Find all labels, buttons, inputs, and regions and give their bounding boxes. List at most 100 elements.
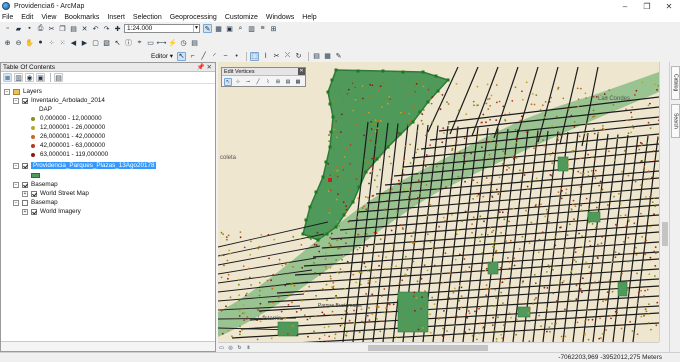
- visibility-checkbox[interactable]: [31, 208, 37, 215]
- delete-vertex-icon[interactable]: ⊸: [244, 78, 252, 86]
- menu-customize[interactable]: Customize: [225, 14, 258, 21]
- back-extent-icon[interactable]: ◀: [69, 38, 78, 47]
- search-icon[interactable]: ⌕: [236, 24, 245, 33]
- trace-icon[interactable]: ~: [221, 52, 230, 61]
- continue-feature-icon[interactable]: ╱: [254, 78, 262, 86]
- measure-icon[interactable]: ⟷: [156, 38, 166, 47]
- time-slider-icon[interactable]: ◷: [179, 38, 188, 47]
- collapse-icon[interactable]: −: [4, 88, 10, 95]
- model-builder-icon[interactable]: ⊞: [269, 24, 278, 33]
- sublayer-world-street-map[interactable]: + World Street Map: [22, 189, 89, 198]
- save-icon[interactable]: ▪: [25, 24, 34, 33]
- scroll-thumb[interactable]: [368, 345, 488, 351]
- search-tab[interactable]: Search: [671, 104, 680, 138]
- print-icon[interactable]: ⎙: [36, 24, 45, 33]
- table-of-contents-icon[interactable]: ▦: [214, 24, 223, 33]
- new-document-icon[interactable]: ▫: [3, 24, 12, 33]
- catalog-tab[interactable]: Catalog: [671, 66, 680, 100]
- menu-help[interactable]: Help: [302, 14, 316, 21]
- list-by-visibility-icon[interactable]: ◉: [25, 73, 34, 82]
- editor-toolbar-icon[interactable]: ✎: [203, 24, 212, 33]
- menu-edit[interactable]: Edit: [21, 14, 33, 21]
- editor-menu[interactable]: Editor ▾: [151, 52, 173, 60]
- clear-selection-icon[interactable]: ▧: [102, 38, 111, 47]
- layer-basemap-street[interactable]: − Basemap: [13, 180, 58, 189]
- expand-icon[interactable]: +: [22, 208, 28, 215]
- visibility-checkbox[interactable]: [22, 181, 28, 188]
- map-scale-dropdown[interactable]: 1:24.000 ▼: [124, 24, 200, 33]
- options-icon[interactable]: ▤: [54, 73, 63, 82]
- layers-root[interactable]: − Layers: [4, 87, 42, 96]
- sublayer-world-imagery[interactable]: + World Imagery: [22, 207, 81, 216]
- data-view-icon[interactable]: ◎: [227, 344, 234, 351]
- paste-icon[interactable]: ▤: [69, 24, 78, 33]
- menu-insert[interactable]: Insert: [107, 14, 125, 21]
- scroll-thumb[interactable]: [662, 222, 668, 246]
- map-view[interactable]: Las Condes coleta Lastarria Parque Busta…: [218, 62, 659, 342]
- visibility-checkbox[interactable]: [22, 97, 28, 104]
- modify-sketch-icon[interactable]: ↖: [224, 77, 232, 86]
- select-features-icon[interactable]: ▢: [91, 38, 100, 47]
- python-icon[interactable]: ≡: [258, 24, 267, 33]
- map-horizontal-scrollbar[interactable]: ▭ ◎ ↻ Ⅱ: [218, 342, 659, 352]
- open-folder-icon[interactable]: ▰: [14, 24, 23, 33]
- refresh-icon[interactable]: ↻: [236, 344, 243, 351]
- delete-icon[interactable]: ✕: [80, 24, 89, 33]
- select-elements-icon[interactable]: ↖: [113, 38, 122, 47]
- menu-geoprocessing[interactable]: Geoprocessing: [170, 14, 217, 21]
- zoom-in-icon[interactable]: ⊕: [3, 38, 12, 47]
- close-button[interactable]: ✕: [658, 0, 680, 12]
- pause-drawing-icon[interactable]: Ⅱ: [245, 344, 252, 351]
- cut-icon[interactable]: ✂: [47, 24, 56, 33]
- add-data-icon[interactable]: ✚: [113, 24, 122, 33]
- pin-icon[interactable]: 📌 ✕: [197, 63, 212, 71]
- straight-segment-icon[interactable]: ╱: [199, 52, 208, 61]
- undo-icon[interactable]: ↶: [91, 24, 100, 33]
- add-vertex-icon[interactable]: ⊹: [234, 78, 242, 86]
- legend-class[interactable]: 26,000001 - 42,000000: [31, 132, 105, 141]
- visibility-checkbox[interactable]: [31, 190, 37, 197]
- expand-icon[interactable]: +: [22, 190, 28, 197]
- menu-selection[interactable]: Selection: [133, 14, 162, 21]
- legend-class[interactable]: 0,000000 - 12,000000: [31, 114, 102, 123]
- map-canvas[interactable]: Las Condes coleta Lastarria Parque Busta…: [218, 62, 659, 342]
- layer-parques[interactable]: − Providencia_Parques_Plazas_13Ago20178: [13, 161, 157, 170]
- hyperlink-icon[interactable]: ⚡: [168, 38, 177, 47]
- collapse-icon[interactable]: −: [13, 97, 19, 104]
- cut-polygons-icon[interactable]: ✂: [272, 52, 281, 61]
- menu-bookmarks[interactable]: Bookmarks: [64, 14, 99, 21]
- layout-view-icon[interactable]: ▭: [218, 344, 225, 351]
- pan-icon[interactable]: ✋: [25, 38, 34, 47]
- collapse-icon[interactable]: −: [13, 162, 19, 169]
- zoom-out-icon[interactable]: ⊖: [14, 38, 23, 47]
- list-by-selection-icon[interactable]: ▣: [36, 73, 45, 82]
- map-vertical-scrollbar[interactable]: [659, 62, 669, 342]
- edit-vertices-icon[interactable]: ⬚: [250, 51, 260, 61]
- rotate-icon[interactable]: ↻: [294, 52, 303, 61]
- identify-icon[interactable]: ⓘ: [124, 38, 133, 47]
- layer-label-selected[interactable]: Providencia_Parques_Plazas_13Ago20178: [31, 162, 157, 169]
- arc-segment-icon[interactable]: ◜: [210, 52, 219, 61]
- edit-vertices-titlebar[interactable]: Edit Vertices ✕: [222, 68, 305, 76]
- collapse-icon[interactable]: −: [13, 199, 19, 206]
- collapse-icon[interactable]: −: [13, 181, 19, 188]
- reshape-icon[interactable]: ⌇: [261, 52, 270, 61]
- legend-class[interactable]: 12,000001 - 26,000000: [31, 123, 105, 132]
- menu-windows[interactable]: Windows: [266, 14, 294, 21]
- attributes-icon[interactable]: ▤: [312, 52, 321, 61]
- redo-icon[interactable]: ↷: [102, 24, 111, 33]
- create-viewer-window-icon[interactable]: ▤: [190, 38, 199, 47]
- html-popup-icon[interactable]: ▭: [146, 38, 155, 47]
- minimize-button[interactable]: –: [614, 0, 636, 12]
- layer-inventario[interactable]: − Inventario_Arbolado_2014: [13, 96, 105, 105]
- forward-extent-icon[interactable]: ▶: [80, 38, 89, 47]
- sketch-properties-icon[interactable]: ▦: [323, 52, 332, 61]
- generalize-icon[interactable]: ⊞: [274, 78, 282, 86]
- create-features-icon[interactable]: ✎: [334, 52, 343, 61]
- point-icon[interactable]: •: [232, 52, 241, 61]
- menu-file[interactable]: File: [2, 14, 13, 21]
- legend-class[interactable]: 63,000001 - 119,000000: [31, 150, 108, 159]
- edit-tool-icon[interactable]: ↖: [177, 51, 187, 61]
- legend-class[interactable]: 42,000001 - 63,000000: [31, 141, 105, 150]
- list-by-source-icon[interactable]: ▥: [14, 73, 23, 82]
